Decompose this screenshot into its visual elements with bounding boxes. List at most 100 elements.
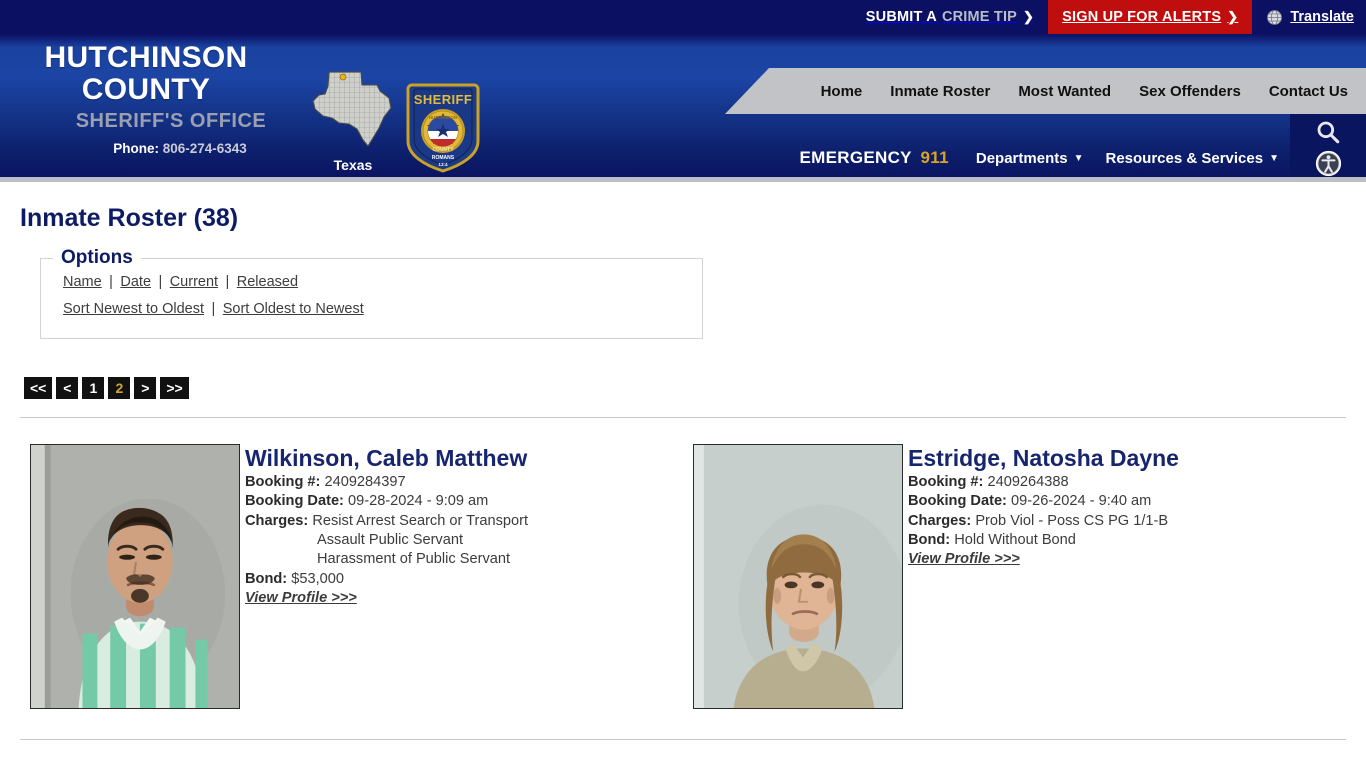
nav-item-sex-offenders[interactable]: Sex Offenders: [1125, 83, 1255, 100]
booking-number-label: Booking #:: [245, 473, 321, 490]
translate-button[interactable]: Translate: [1252, 0, 1366, 34]
search-button[interactable]: [1315, 119, 1341, 145]
nav-item-resources-services[interactable]: Resources & Services ▼: [1094, 150, 1290, 167]
filter-link-date[interactable]: Date: [120, 274, 151, 290]
view-profile-link[interactable]: View Profile >>>: [908, 551, 1020, 567]
sort-link-newest-to-oldest[interactable]: Sort Newest to Oldest: [63, 301, 204, 317]
nav-item-home[interactable]: Home: [807, 83, 877, 100]
inmate-details: Wilkinson, Caleb Matthew Booking #: 2409…: [240, 444, 528, 709]
header-bottom-divider: [0, 177, 1366, 182]
inmate-name: Wilkinson, Caleb Matthew: [245, 445, 528, 471]
inmate-card: Wilkinson, Caleb Matthew Booking #: 2409…: [20, 444, 683, 709]
charges-label: Charges:: [245, 512, 309, 529]
emergency-label: EMERGENCY: [799, 148, 912, 167]
booking-number-value: 2409264388: [987, 473, 1069, 490]
separator: |: [211, 301, 216, 317]
charges-row: Charges: Prob Viol - Poss CS PG 1/1-B: [908, 512, 1179, 531]
booking-date-value: 09-28-2024 - 9:09 am: [347, 493, 489, 510]
divider-bottom: [20, 739, 1346, 740]
charge-item: Prob Viol - Poss CS PG 1/1-B: [975, 512, 1169, 529]
charges-label: Charges:: [908, 512, 972, 529]
county-name: HUTCHINSON COUNTY: [44, 41, 248, 106]
pagination-next[interactable]: >: [134, 377, 157, 399]
texas-map-block: Texas: [305, 68, 401, 173]
primary-navigation: Home Inmate Roster Most Wanted Sex Offen…: [725, 68, 1366, 114]
booking-number-value: 2409284397: [324, 473, 406, 490]
filter-link-released[interactable]: Released: [237, 274, 298, 290]
secondary-navigation: EMERGENCY 911 Departments ▼ Resources & …: [800, 148, 1290, 168]
svg-text:SHERIFF: SHERIFF: [414, 92, 472, 107]
texas-map-icon: [305, 71, 401, 154]
separator: |: [109, 274, 113, 290]
charges-row: Charges: Resist Arrest Search or Transpo…: [245, 512, 528, 531]
translate-label: Translate: [1290, 9, 1354, 25]
phone-line: Phone: 806-274-6343: [0, 141, 292, 156]
options-sort-row: Sort Newest to Oldest | Sort Oldest to N…: [41, 300, 702, 318]
chevron-down-icon: ▼: [1073, 153, 1084, 164]
booking-number-label: Booking #:: [908, 473, 984, 490]
svg-text:COUNTY: COUNTY: [432, 147, 454, 153]
separator: |: [225, 274, 230, 290]
sign-up-for-alerts-button[interactable]: SIGN UP FOR ALERTS ❯: [1048, 0, 1253, 34]
booking-date-row: Booking Date: 09-26-2024 - 9:40 am: [908, 492, 1179, 511]
options-legend: Options: [61, 247, 133, 268]
charge-item: Harassment of Public Servant: [317, 551, 511, 568]
phone-number: 806-274-6343: [162, 141, 247, 156]
svg-text:ROMANS: ROMANS: [432, 155, 455, 161]
nav-item-departments[interactable]: Departments ▼: [965, 150, 1095, 167]
booking-date-label: Booking Date:: [908, 493, 1007, 510]
nav-item-most-wanted[interactable]: Most Wanted: [1004, 83, 1125, 100]
sort-link-oldest-to-newest[interactable]: Sort Oldest to Newest: [223, 301, 364, 317]
filter-link-current[interactable]: Current: [170, 274, 218, 290]
inmate-name: Estridge, Natosha Dayne: [908, 445, 1179, 471]
booking-number-row: Booking #: 2409264388: [908, 473, 1179, 492]
booking-number-row: Booking #: 2409284397: [245, 473, 528, 492]
bond-value: Hold Without Bond: [954, 532, 1076, 549]
top-utility-bar: SUBMIT A CRIME TIP ❯ SIGN UP FOR ALERTS …: [0, 0, 1366, 34]
departments-label: Departments: [975, 149, 1068, 167]
bond-row: Bond: $53,000: [245, 570, 528, 589]
nav-item-contact-us[interactable]: Contact Us: [1255, 83, 1362, 100]
alerts-label: SIGN UP FOR ALERTS: [1062, 9, 1222, 25]
pagination: << < 1 2 > >>: [24, 377, 1346, 399]
emergency-911: EMERGENCY 911: [800, 148, 949, 168]
bond-label: Bond:: [245, 570, 288, 587]
pagination-page-2[interactable]: 2: [108, 377, 131, 399]
charge-item: Resist Arrest Search or Transport: [312, 512, 529, 529]
pagination-last[interactable]: >>: [160, 377, 189, 399]
search-icon: [1315, 119, 1341, 145]
pagination-page-1[interactable]: 1: [82, 377, 105, 399]
site-header: HUTCHINSON COUNTY SHERIFF'S OFFICE Phone…: [0, 34, 1366, 182]
emergency-number: 911: [920, 148, 949, 167]
options-filter-row: Name | Date | Current | Released: [41, 273, 702, 291]
nav-item-inmate-roster[interactable]: Inmate Roster: [876, 83, 1004, 100]
bond-label: Bond:: [908, 532, 951, 549]
accessibility-icon: [1315, 150, 1342, 177]
office-name: SHERIFF'S OFFICE: [75, 110, 267, 132]
inmate-mugshot: [693, 444, 903, 709]
sheriff-badge-icon: SHERIFF HUTCHINSON COUNTY ROMANS 13:4: [404, 79, 482, 175]
accessibility-button[interactable]: [1315, 150, 1342, 177]
crime-tip-bold-text: SUBMIT A: [865, 9, 937, 25]
charge-item: Assault Public Servant: [317, 532, 464, 549]
pagination-first[interactable]: <<: [24, 377, 53, 399]
booking-date-label: Booking Date:: [245, 493, 344, 510]
main-content: Inmate Roster (38) Options Name | Date |…: [0, 204, 1366, 740]
bond-value: $53,000: [291, 570, 344, 587]
submit-crime-tip-link[interactable]: SUBMIT A CRIME TIP ❯: [866, 0, 1048, 34]
page-title: Inmate Roster (38): [20, 204, 239, 232]
view-profile-link[interactable]: View Profile >>>: [245, 590, 357, 606]
inmate-roster-list: Wilkinson, Caleb Matthew Booking #: 2409…: [20, 444, 1346, 709]
chevron-right-icon: ❯: [1023, 9, 1035, 24]
svg-text:HUTCHINSON: HUTCHINSON: [429, 115, 457, 120]
inmate-card: Estridge, Natosha Dayne Booking #: 24092…: [683, 444, 1346, 709]
pagination-prev[interactable]: <: [56, 377, 79, 399]
svg-text:13:4: 13:4: [438, 162, 448, 167]
options-panel: Options Name | Date | Current | Released…: [40, 247, 703, 339]
filter-link-name[interactable]: Name: [63, 274, 102, 290]
crime-tip-light-text: CRIME TIP: [941, 9, 1018, 25]
divider-top: [20, 417, 1346, 418]
chevron-right-icon: ❯: [1227, 9, 1239, 24]
branding-block: HUTCHINSON COUNTY SHERIFF'S OFFICE Phone…: [0, 42, 300, 156]
texas-label: Texas: [333, 157, 373, 173]
